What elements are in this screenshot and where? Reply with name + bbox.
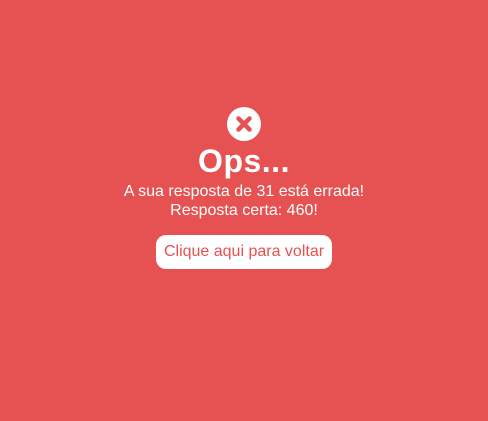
result-title: Ops... [198, 143, 290, 179]
back-button[interactable]: Clique aqui para voltar [155, 235, 333, 269]
wrong-answer-message: A sua resposta de 31 está errada! [123, 183, 365, 200]
correct-answer-message: Resposta certa: 460! [170, 202, 318, 219]
error-result-panel: Ops... A sua resposta de 31 está errada!… [0, 107, 488, 269]
close-circle-icon [227, 107, 261, 141]
